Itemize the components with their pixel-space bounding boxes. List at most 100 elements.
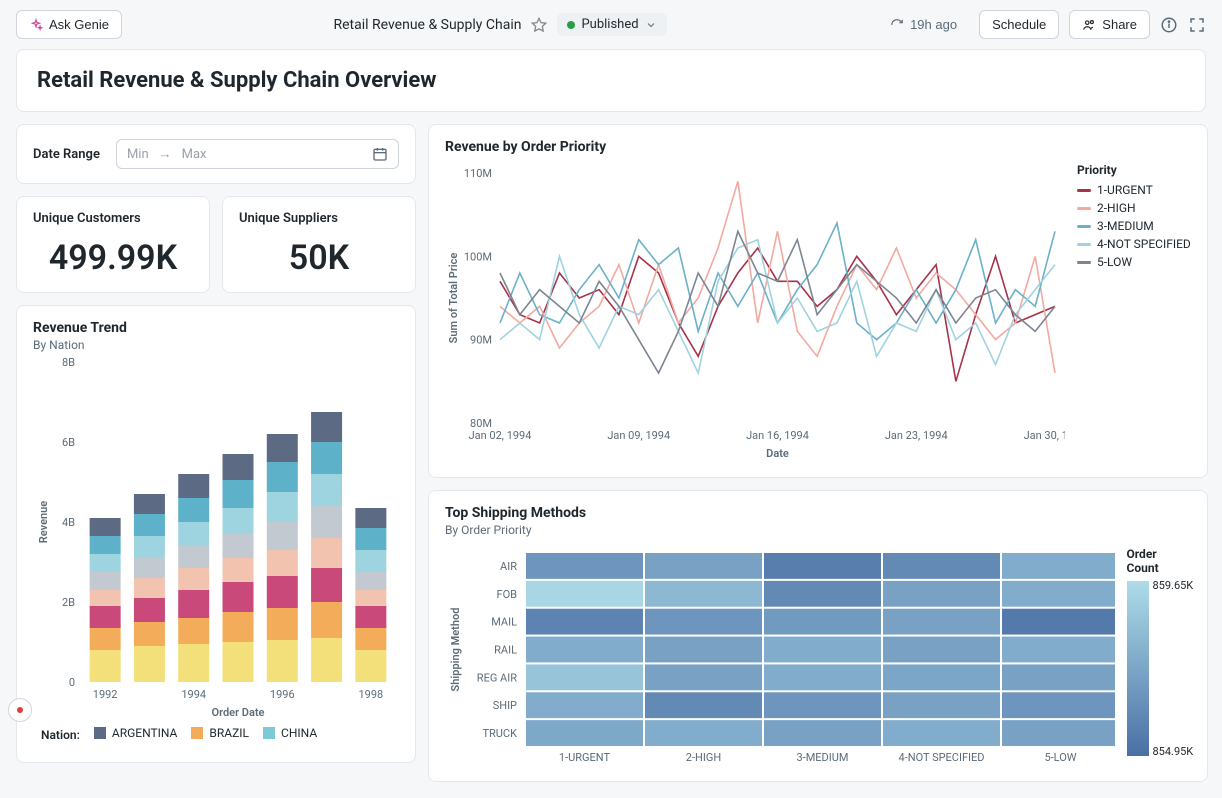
svg-text:4B: 4B [62,516,75,529]
revenue-priority-legend: Priority 1-URGENT 2-HIGH 3-MEDIUM 4-NOT … [1077,163,1191,463]
svg-text:6B: 6B [62,436,75,449]
svg-text:RAIL: RAIL [494,644,517,657]
people-icon [1082,18,1096,32]
date-range-label: Date Range [33,147,100,162]
unique-customers-value: 499.99K [33,238,193,278]
legend-item-low: 5-LOW [1077,255,1191,269]
heatmap-scale-max: 859.65K [1153,579,1194,592]
svg-text:Jan 16, 1994: Jan 16, 1994 [746,429,809,442]
shipping-subtitle: By Order Priority [445,523,1191,537]
svg-text:Jan 02, 1994: Jan 02, 1994 [469,429,532,442]
svg-text:90M: 90M [470,334,492,347]
heatmap-scale-title: Order Count [1127,547,1191,575]
legend-china-label: CHINA [281,726,317,740]
dashboard-name: Retail Revenue & Supply Chain [334,17,522,33]
svg-text:2-HIGH: 2-HIGH [686,751,721,764]
legend-medium-label: 3-MEDIUM [1097,219,1154,233]
svg-text:Order Date: Order Date [212,706,265,719]
topbar: Ask Genie Retail Revenue & Supply Chain … [0,0,1222,49]
priority-legend-title: Priority [1077,163,1191,177]
legend-nation-label: Nation: [41,728,80,742]
svg-text:FOB: FOB [496,588,517,601]
shipping-heatmap[interactable]: AIRFOBMAILRAILREG AIRSHIPTRUCK1-URGENT2-… [445,547,1115,767]
svg-text:1994: 1994 [181,688,206,701]
share-button[interactable]: Share [1069,10,1150,39]
svg-text:Date: Date [766,447,789,460]
revenue-trend-subtitle: By Nation [33,338,399,352]
svg-text:SHIP: SHIP [493,699,517,712]
svg-text:110M: 110M [464,167,492,180]
legend-notspec-label: 4-NOT SPECIFIED [1097,237,1191,251]
schedule-label: Schedule [992,17,1046,32]
star-icon[interactable] [531,17,547,33]
date-range-input[interactable]: Min → Max [116,139,399,169]
revenue-trend-legend: Nation: ARGENTINA BRAZIL CHINA [33,722,399,748]
svg-text:3-MEDIUM: 3-MEDIUM [796,751,848,764]
help-badge[interactable] [8,698,32,722]
svg-text:1996: 1996 [270,688,295,701]
fullscreen-icon[interactable] [1188,16,1206,34]
legend-item-argentina: ARGENTINA [94,726,178,740]
publish-status-label: Published [581,17,638,32]
schedule-button[interactable]: Schedule [979,10,1059,39]
svg-text:8B: 8B [62,356,75,369]
status-dot-icon [567,21,575,29]
legend-item-china: CHINA [263,726,317,740]
legend-item-medium: 3-MEDIUM [1077,219,1191,233]
refresh-button[interactable]: 19h ago [878,11,969,38]
unique-customers-label: Unique Customers [33,211,193,226]
legend-item-notspec: 4-NOT SPECIFIED [1077,237,1191,251]
svg-text:Jan 30, 1994: Jan 30, 1994 [1024,429,1065,442]
info-icon[interactable] [1160,16,1178,34]
revenue-trend-title: Revenue Trend [33,320,399,336]
svg-text:1992: 1992 [93,688,118,701]
shipping-title: Top Shipping Methods [445,505,1191,521]
svg-text:Sum of Total Price: Sum of Total Price [447,253,460,344]
svg-text:Jan 09, 1994: Jan 09, 1994 [607,429,670,442]
ask-genie-label: Ask Genie [49,17,109,32]
revenue-trend-card: Revenue Trend By Nation 0 2B 4B 6B 8B Revenue… [16,305,416,763]
revenue-priority-chart[interactable]: 80M90M100M110MSum of Total PriceJan 02, … [445,163,1065,463]
unique-customers-card: Unique Customers 499.99K [16,196,210,293]
legend-low-label: 5-LOW [1097,255,1132,269]
svg-text:100M: 100M [464,250,492,263]
svg-text:Jan 23, 1994: Jan 23, 1994 [885,429,948,442]
page-header-panel: Retail Revenue & Supply Chain Overview [16,49,1206,112]
svg-text:2B: 2B [62,596,75,609]
notification-dot-icon [17,707,23,713]
svg-text:REG AIR: REG AIR [477,671,517,684]
date-min-placeholder: Min [127,147,149,162]
legend-item-high: 2-HIGH [1077,201,1191,215]
chevron-down-icon [645,19,657,31]
unique-suppliers-value: 50K [239,238,399,278]
date-max-placeholder: Max [182,147,207,162]
revenue-priority-card: Revenue by Order Priority 80M90M100M110M… [428,124,1208,478]
svg-text:Revenue: Revenue [37,501,50,543]
revenue-trend-chart[interactable]: 02B4B6B8BRevenue1992199419961998Order Da… [33,352,403,722]
legend-argentina-label: ARGENTINA [112,726,178,740]
legend-high-label: 2-HIGH [1097,201,1136,215]
svg-text:1-URGENT: 1-URGENT [559,751,611,764]
revenue-priority-title: Revenue by Order Priority [445,139,1191,155]
svg-text:AIR: AIR [500,560,517,573]
svg-text:0: 0 [69,676,75,689]
heatmap-scale: Order Count 859.65K 854.95K [1127,547,1191,767]
svg-text:MAIL: MAIL [491,616,517,629]
page-title: Retail Revenue & Supply Chain Overview [37,68,1185,93]
refresh-time-label: 19h ago [910,17,957,32]
legend-urgent-label: 1-URGENT [1097,183,1153,197]
shipping-methods-card: Top Shipping Methods By Order Priority A… [428,490,1208,782]
legend-item-urgent: 1-URGENT [1077,183,1191,197]
svg-text:5-LOW: 5-LOW [1044,751,1076,764]
ask-genie-button[interactable]: Ask Genie [16,10,122,39]
share-label: Share [1102,17,1137,32]
sparkle-icon [29,18,43,32]
date-range-filter: Date Range Min → Max [16,124,416,184]
unique-suppliers-card: Unique Suppliers 50K [222,196,416,293]
heatmap-scale-min: 854.95K [1153,745,1194,758]
publish-status-badge[interactable]: Published [557,13,666,36]
svg-text:Shipping Method: Shipping Method [449,608,462,692]
calendar-icon [372,146,388,162]
refresh-icon [890,18,904,32]
unique-suppliers-label: Unique Suppliers [239,211,399,226]
